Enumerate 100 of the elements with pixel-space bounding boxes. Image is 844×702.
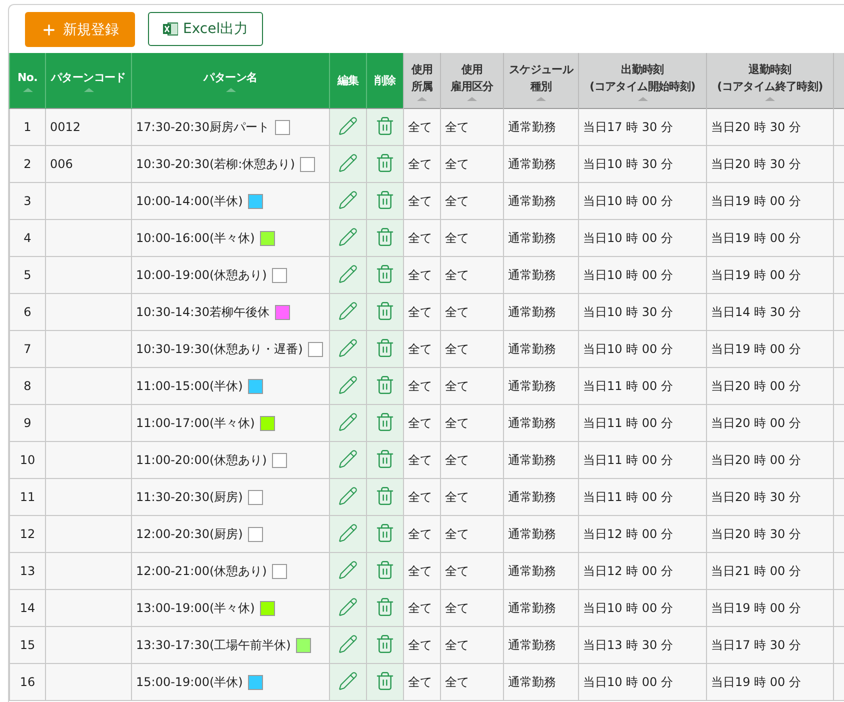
delete-button[interactable] xyxy=(375,264,395,284)
table-cell: 9 xyxy=(10,404,46,442)
table-cell: 当日20 時 00 分 xyxy=(706,368,834,404)
sort-icon xyxy=(467,96,477,100)
sort-icon xyxy=(226,88,236,92)
edit-button[interactable] xyxy=(338,338,358,358)
header-label: 退勤時刻 xyxy=(748,62,792,78)
plus-icon xyxy=(41,22,57,38)
table-cell: 15 xyxy=(10,626,46,664)
header-label: 雇用区分 xyxy=(450,78,494,94)
table-cell: 全て xyxy=(440,294,504,330)
pencil-icon xyxy=(338,634,358,654)
edit-button[interactable] xyxy=(338,412,358,432)
table-cell: 当日11 時 00 分 xyxy=(578,478,706,516)
delete-button[interactable] xyxy=(375,374,395,394)
table-cell: 通常勤務 xyxy=(504,442,578,478)
header-label: No. xyxy=(17,70,38,86)
pattern-name: 10:00-16:00(半々休) xyxy=(136,230,255,246)
trash-icon xyxy=(375,116,395,136)
trash-icon xyxy=(375,338,395,358)
table-cell: 当日20 時 30 分 xyxy=(706,516,834,552)
edit-button[interactable] xyxy=(338,116,358,136)
table-cell: 5 xyxy=(10,256,46,294)
sort-icon xyxy=(84,88,94,92)
delete-button[interactable] xyxy=(375,522,395,542)
edit-button[interactable] xyxy=(338,152,358,172)
pencil-icon xyxy=(338,448,358,468)
table-cell: 全て xyxy=(440,478,504,516)
header-label: 出勤時刻 xyxy=(621,62,664,78)
edit-button[interactable] xyxy=(338,190,358,210)
pencil-icon xyxy=(338,560,358,580)
edit-button[interactable] xyxy=(338,374,358,394)
table-cell: 当日11 時 00 分 xyxy=(578,442,706,478)
edit-button[interactable] xyxy=(338,300,358,320)
sort-icon xyxy=(22,88,32,92)
table-cell: 全て xyxy=(404,146,440,182)
table-cell: 全て xyxy=(440,220,504,256)
table-cell: 当日19 時 00 分 xyxy=(706,256,834,294)
delete-button[interactable] xyxy=(375,560,395,580)
table-cell: 全て xyxy=(404,664,440,700)
export-button[interactable]: Excel出力 xyxy=(148,12,264,46)
header-label: パターン名 xyxy=(204,70,258,86)
delete-button[interactable] xyxy=(375,116,395,136)
edit-button[interactable] xyxy=(338,560,358,580)
pattern-name: 11:30-20:30(厨房) xyxy=(136,488,243,506)
edit-button[interactable] xyxy=(338,264,358,284)
table-cell: 当日17 時 30 分 xyxy=(578,108,706,146)
table-cell: 当日10 時 00 分 xyxy=(578,590,706,626)
table-cell: 通常勤務 xyxy=(504,108,578,146)
table-cell: 全て xyxy=(440,146,504,182)
trash-icon xyxy=(375,486,395,506)
delete-button[interactable] xyxy=(375,448,395,468)
header-label: 編集 xyxy=(337,73,359,89)
table-cell: 全て xyxy=(440,626,504,664)
edit-button[interactable] xyxy=(338,634,358,654)
delete-button[interactable] xyxy=(375,300,395,320)
table-cell: 全て xyxy=(440,516,504,552)
pattern-name: 17:30-20:30厨房パート xyxy=(136,118,270,136)
delete-button[interactable] xyxy=(375,670,395,690)
sort-icon xyxy=(638,96,648,100)
table-cell: 当日12 時 00 分 xyxy=(578,516,706,552)
delete-button[interactable] xyxy=(375,152,395,172)
trash-icon xyxy=(375,670,395,690)
delete-button[interactable] xyxy=(375,634,395,654)
edit-button[interactable] xyxy=(338,670,358,690)
column-header[interactable]: 出勤時刻 (コアタイム開始時刻) xyxy=(578,53,706,108)
table-cell: 8 xyxy=(10,368,46,404)
header-label: 所属 xyxy=(411,78,433,94)
column-header[interactable]: 退勤時刻 (コアタイム終了時刻) xyxy=(706,53,834,108)
delete-button[interactable] xyxy=(375,338,395,358)
delete-button[interactable] xyxy=(375,596,395,616)
edit-button[interactable] xyxy=(338,448,358,468)
edit-button[interactable] xyxy=(338,226,358,246)
pattern-name: 13:00-19:00(半々休) xyxy=(136,600,255,616)
header-label: 削除 xyxy=(374,73,396,89)
edit-button[interactable] xyxy=(338,486,358,506)
delete-button[interactable] xyxy=(375,190,395,210)
table-cell: 当日19 時 00 分 xyxy=(706,664,834,700)
table-cell: 当日12 時 00 分 xyxy=(578,552,706,590)
column-header[interactable]: 使用 雇用区分 xyxy=(440,53,504,108)
table-cell: 全て xyxy=(404,294,440,330)
delete-button[interactable] xyxy=(375,226,395,246)
column-header[interactable]: 使用 所属 xyxy=(404,53,440,108)
table-cell: 全て xyxy=(404,590,440,626)
table-cell: 当日20 時 30 分 xyxy=(706,146,834,182)
edit-button[interactable] xyxy=(338,522,358,542)
table-cell: 当日10 時 00 分 xyxy=(578,256,706,294)
spreadsheet-icon xyxy=(163,22,178,36)
table-cell: 006 xyxy=(46,146,132,182)
pattern-name: 10:00-14:00(半休) xyxy=(136,192,243,210)
table-cell: 全て xyxy=(440,442,504,478)
table-cell: 全て xyxy=(404,516,440,552)
edit-button[interactable] xyxy=(338,596,358,616)
table-cell: 全て xyxy=(440,330,504,368)
trash-icon xyxy=(375,152,395,172)
table-cell: 通常勤務 xyxy=(504,516,578,552)
column-header[interactable]: スケジュール 種別 xyxy=(504,53,578,108)
delete-button[interactable] xyxy=(375,486,395,506)
table-cell: 当日20 時 00 分 xyxy=(706,442,834,478)
delete-button[interactable] xyxy=(375,412,395,432)
